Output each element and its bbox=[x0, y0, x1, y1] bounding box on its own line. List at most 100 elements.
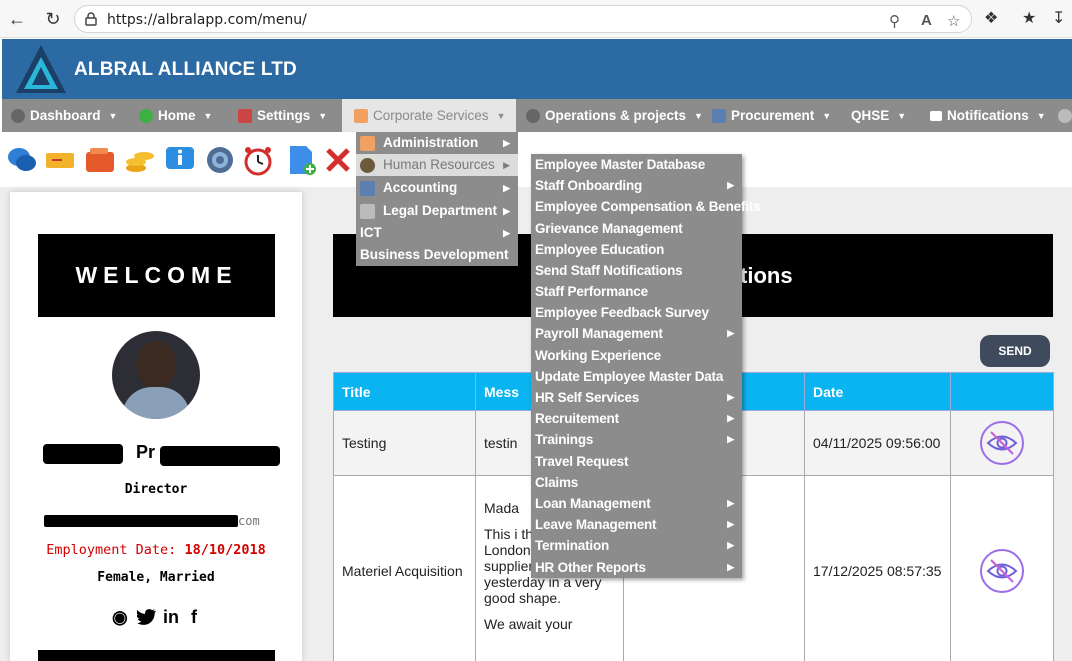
downloads-icon[interactable]: ↧ bbox=[1052, 8, 1065, 28]
home-icon bbox=[139, 109, 153, 124]
address-bar[interactable]: https://albralapp.com/menu/ ⚲ A ☆ bbox=[74, 5, 972, 33]
ticket-icon[interactable] bbox=[44, 144, 76, 176]
facebook-icon[interactable]: f bbox=[191, 607, 197, 628]
menu-home[interactable]: Home ▼ bbox=[139, 99, 212, 132]
info-bubble-icon[interactable] bbox=[164, 144, 196, 176]
hr-item-staff-performance[interactable]: Staff Performance bbox=[531, 281, 742, 302]
hr-item-self-services[interactable]: HR Self Services ▶ bbox=[531, 387, 742, 408]
hr-item-compensation-benefits[interactable]: Employee Compensation & Benefits bbox=[531, 196, 761, 217]
dribbble-icon[interactable]: ◉ bbox=[112, 607, 128, 628]
back-arrow-icon[interactable]: ← bbox=[6, 8, 28, 30]
hr-item-termination[interactable]: Termination ▶ bbox=[531, 535, 742, 556]
welcome-banner: WELCOME bbox=[38, 234, 275, 317]
notifications-title: tions bbox=[740, 263, 793, 288]
accounting-icon bbox=[360, 180, 375, 196]
edit-profile-bar[interactable] bbox=[38, 650, 275, 661]
profile-role: Director bbox=[124, 482, 188, 497]
twitter-icon[interactable] bbox=[137, 609, 156, 625]
hr-item-recruitement[interactable]: Recruitement ▶ bbox=[531, 408, 742, 429]
read-aloud-icon[interactable]: A bbox=[921, 12, 932, 29]
wallet-icon[interactable] bbox=[84, 144, 116, 176]
menu-more[interactable] bbox=[1058, 99, 1072, 132]
corporate-services-dropdown: Administration ▶ Human Resources ▶ Account… bbox=[356, 132, 518, 266]
hide-eye-icon[interactable] bbox=[979, 548, 1025, 594]
hr-item-payroll-management[interactable]: Payroll Management ▶ bbox=[531, 323, 742, 344]
hr-item-leave-management[interactable]: Leave Management ▶ bbox=[531, 514, 742, 535]
profile-name-visible: Pr bbox=[136, 442, 156, 462]
favorite-star-icon[interactable]: ☆ bbox=[947, 12, 960, 30]
menu-operations-projects[interactable]: Operations & projects ▼ bbox=[526, 99, 703, 132]
menu-item-legal-department[interactable]: Legal Department ▶ bbox=[356, 200, 518, 222]
cell-action bbox=[950, 410, 1054, 476]
reload-icon[interactable]: ↻ bbox=[42, 8, 64, 30]
menu-item-ict[interactable]: ICT ▶ bbox=[356, 222, 518, 244]
menu-qhse[interactable]: QHSE ▼ bbox=[851, 99, 906, 132]
hr-item-working-experience[interactable]: Working Experience bbox=[531, 345, 742, 366]
cell-date: 17/12/2025 08:57:35 bbox=[804, 475, 951, 661]
favorites-icon[interactable]: ★ bbox=[1022, 8, 1036, 28]
url-text: https://albralapp.com/menu/ bbox=[107, 12, 307, 28]
menu-item-administration[interactable]: Administration ▶ bbox=[356, 132, 518, 154]
menu-item-human-resources[interactable]: Human Resources ▶ bbox=[356, 154, 518, 176]
settings-icon bbox=[238, 109, 252, 124]
column-date: Date bbox=[804, 372, 951, 411]
close-red-icon[interactable] bbox=[322, 144, 354, 176]
hr-item-travel-request[interactable]: Travel Request bbox=[531, 451, 742, 472]
hr-item-feedback-survey[interactable]: Employee Feedback Survey bbox=[531, 302, 742, 323]
operations-icon bbox=[526, 109, 540, 124]
dashboard-icon bbox=[11, 109, 25, 124]
redacted-first-name bbox=[43, 444, 123, 464]
profile-card: WELCOME Pr Director com Employment Date:… bbox=[10, 192, 302, 661]
zoom-icon[interactable]: ⚲ bbox=[889, 12, 900, 30]
cell-action bbox=[950, 475, 1054, 661]
redacted-last-name bbox=[160, 446, 280, 466]
menu-item-accounting[interactable]: Accounting ▶ bbox=[356, 176, 518, 200]
company-name: ALBRAL ALLIANCE LTD bbox=[74, 59, 297, 80]
chat-icon[interactable] bbox=[6, 144, 38, 176]
hr-item-employee-master-database[interactable]: Employee Master Database bbox=[531, 154, 742, 175]
menu-settings[interactable]: Settings ▼ bbox=[238, 99, 327, 132]
main-menu: Dashboard ▼ Home ▼ Settings ▼ Corporate Ser… bbox=[2, 99, 1072, 132]
hr-item-employee-education[interactable]: Employee Education bbox=[531, 239, 742, 260]
send-button[interactable]: SEND bbox=[980, 335, 1050, 367]
cell-title: Materiel Acquisition bbox=[333, 475, 476, 661]
app-header: ALBRAL ALLIANCE LTD bbox=[2, 39, 1072, 99]
cell-title: Testing bbox=[333, 410, 476, 476]
menu-dashboard[interactable]: Dashboard ▼ bbox=[11, 99, 117, 132]
legal-icon bbox=[360, 203, 375, 219]
human-resources-submenu: Employee Master Database Staff Onboardin… bbox=[531, 154, 761, 578]
extensions-icon[interactable]: ❖ bbox=[984, 8, 998, 28]
company-logo-icon bbox=[16, 45, 66, 93]
menu-procurement[interactable]: Procurement ▼ bbox=[712, 99, 831, 132]
hr-item-loan-management[interactable]: Loan Management ▶ bbox=[531, 493, 742, 514]
column-action bbox=[950, 372, 1054, 411]
employment-date: Employment Date: 18/10/2018 bbox=[46, 542, 266, 558]
administration-icon bbox=[360, 135, 375, 151]
info-icon bbox=[1058, 109, 1072, 124]
redacted-email bbox=[44, 515, 238, 527]
corporate-icon bbox=[354, 109, 368, 124]
gear-icon[interactable] bbox=[204, 144, 236, 176]
cell-date: 04/11/2025 09:56:00 bbox=[804, 410, 951, 476]
hr-item-claims[interactable]: Claims bbox=[531, 472, 742, 493]
hr-item-grievance-management[interactable]: Grievance Management bbox=[531, 218, 742, 239]
hide-eye-icon[interactable] bbox=[979, 420, 1025, 466]
notifications-icon bbox=[930, 111, 942, 122]
coins-icon[interactable] bbox=[124, 144, 156, 176]
menu-notifications[interactable]: Notifications ▼ bbox=[930, 99, 1046, 132]
linkedin-icon[interactable]: in bbox=[163, 607, 179, 628]
column-title: Title bbox=[333, 372, 476, 411]
profile-status: Female, Married bbox=[97, 570, 215, 585]
email-tail: com bbox=[238, 514, 260, 528]
hr-item-send-staff-notifications[interactable]: Send Staff Notifications bbox=[531, 260, 742, 281]
lock-icon bbox=[85, 12, 97, 26]
add-document-icon[interactable] bbox=[286, 144, 318, 176]
menu-item-business-development[interactable]: Business Development bbox=[356, 244, 518, 266]
hr-item-update-master-data[interactable]: Update Employee Master Data bbox=[531, 366, 742, 387]
browser-toolbar: ← ↻ https://albralapp.com/menu/ ⚲ A ☆ ❖ … bbox=[0, 0, 1072, 38]
alarm-clock-icon[interactable] bbox=[242, 144, 274, 176]
hr-item-other-reports[interactable]: HR Other Reports ▶ bbox=[531, 557, 742, 578]
menu-corporate-services[interactable]: Corporate Services ▼ bbox=[342, 99, 516, 132]
hr-item-staff-onboarding[interactable]: Staff Onboarding ▶ bbox=[531, 175, 742, 196]
hr-item-trainings[interactable]: Trainings ▶ bbox=[531, 429, 742, 450]
